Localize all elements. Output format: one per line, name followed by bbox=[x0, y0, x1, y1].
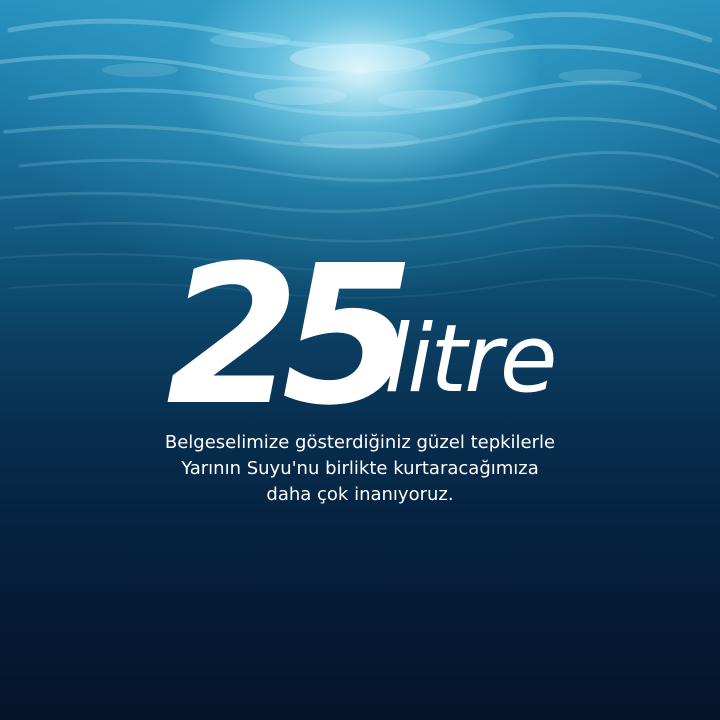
caption-line-3: daha çok inanıyoruz. bbox=[266, 484, 454, 505]
caption-text: Belgeselimize gösterdiğiniz güzel tepkil… bbox=[90, 430, 630, 508]
big-number: 25 bbox=[166, 225, 415, 448]
headline-25-litre: 25 litre bbox=[166, 225, 586, 448]
caption-line-1: Belgeselimize gösterdiğiniz güzel tepkil… bbox=[164, 432, 556, 453]
caption-line-2: Yarının Suyu'nu birlikte kurtaracağımıza bbox=[181, 458, 539, 479]
unit-label: litre bbox=[384, 305, 558, 414]
